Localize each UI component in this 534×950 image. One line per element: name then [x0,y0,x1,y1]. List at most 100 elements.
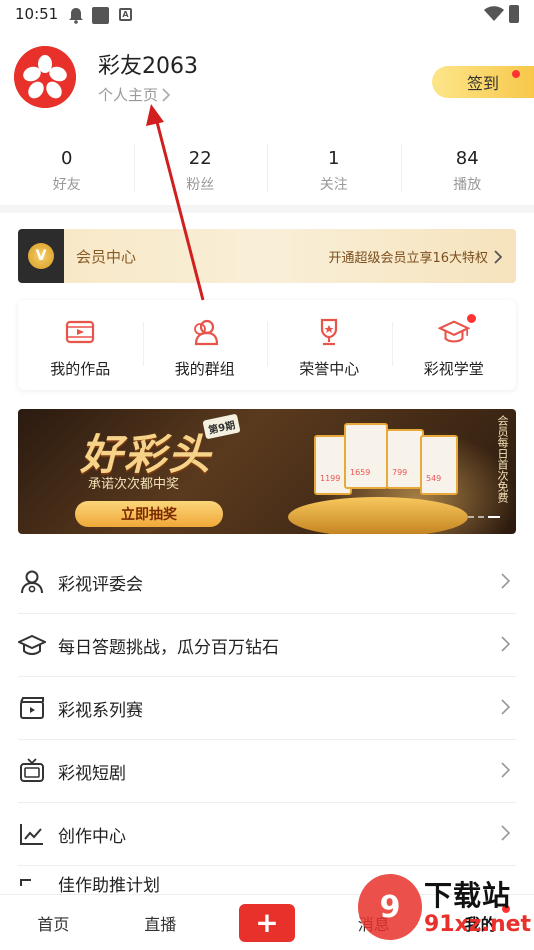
chevron-right-icon [501,636,510,652]
watermark-url: 91xz.net [424,912,532,937]
quick-actions-card: 我的作品 我的群组 荣誉中心 彩视学堂 [18,300,516,390]
promo-banner[interactable]: 好彩头 第9期 承诺次次都中奖 立即抽奖 1199 1659 799 549 会… [18,409,516,534]
chart-line-icon [18,820,46,848]
pagination-dot [478,516,484,518]
quick-my-works[interactable]: 我的作品 [18,300,143,390]
profile-link-label: 个人主页 [98,86,159,104]
vip-coin-icon: V [28,243,54,269]
quick-academy[interactable]: 彩视学堂 [391,300,517,390]
avatar[interactable] [14,46,76,108]
menu-label: 彩视短剧 [58,763,126,784]
stat-label: 好友 [52,177,81,193]
quick-my-groups[interactable]: 我的群组 [142,300,268,390]
username: 彩友2063 [98,54,198,79]
prize-price: 799 [392,468,408,477]
stat-label: 播放 [453,177,482,193]
group-icon [189,316,221,348]
tab-label: 首页 [37,914,70,934]
quick-label: 我的作品 [50,360,111,378]
quick-honor-center[interactable]: 荣誉中心 [267,300,392,390]
graduation-cap-icon [18,631,46,659]
checkin-badge-dot [512,70,520,78]
tab-label: 直播 [144,914,177,934]
academy-badge-dot [467,314,476,323]
profile-page-link[interactable]: 个人主页 [98,84,171,105]
pagination-dot [468,516,474,518]
chevron-right-icon [501,699,510,715]
profile-header: 彩友2063 个人主页 签到 [14,44,534,114]
checkin-label: 签到 [466,74,499,93]
status-time: 10:51 [15,5,59,23]
banner-stage [288,497,468,534]
quick-label: 彩视学堂 [423,360,484,378]
stat-following[interactable]: 1 关注 [267,142,401,202]
battery-icon [509,5,519,23]
stat-value: 22 [188,148,212,169]
menu-list: 彩视评委会 每日答题挑战，瓜分百万钻石 彩视系列赛 彩视短剧 创作中心 佳作助推… [18,551,516,896]
stats-row: 0 好友 22 粉丝 1 关注 84 播放 [0,142,534,202]
notification-bell-icon [69,8,83,24]
tab-create[interactable]: + [214,895,321,950]
clapperboard-icon [18,694,46,722]
chevron-right-icon [501,762,510,778]
prize-item: 549 [420,435,458,495]
app-logo-icon [14,46,76,108]
stat-fans[interactable]: 22 粉丝 [133,142,268,202]
prize-price: 549 [426,474,442,483]
menu-label: 每日答题挑战，瓜分百万钻石 [58,637,279,658]
stat-friends[interactable]: 0 好友 [0,142,134,202]
menu-label: 佳作助推计划 [58,876,160,896]
menu-item-daily-quiz[interactable]: 每日答题挑战，瓜分百万钻石 [18,614,516,677]
banner-pagination [468,516,500,518]
menu-item-judges[interactable]: 彩视评委会 [18,551,516,614]
judge-icon [18,568,46,596]
watermark: 9 下载站 91xz.net [358,868,532,948]
checkin-button[interactable]: 签到 [432,66,534,98]
chevron-right-icon [162,87,171,102]
banner-issue-badge: 第9期 [202,413,241,440]
prize-item: 1659 [344,423,388,489]
stat-value: 84 [455,148,479,169]
plus-icon: + [238,903,295,942]
rocket-icon [18,868,46,896]
menu-label: 创作中心 [58,826,126,847]
stat-value: 1 [328,148,340,169]
menu-item-series[interactable]: 彩视系列赛 [18,677,516,740]
tv-icon [18,757,46,785]
vip-center-bar[interactable]: V 会员中心 开通超级会员立享16大特权 [18,229,516,283]
menu-item-creator-center[interactable]: 创作中心 [18,803,516,866]
banner-side-text: 会员每日首次免费 [496,415,509,503]
chevron-right-icon [501,573,510,589]
tab-live[interactable]: 直播 [107,895,214,950]
banner-subtitle: 承诺次次都中奖 [88,477,180,492]
menu-label: 彩视系列赛 [58,700,143,721]
stat-label: 粉丝 [186,177,215,193]
tab-home[interactable]: 首页 [0,895,107,950]
quick-label: 我的群组 [174,360,235,378]
status-bar: 10:51 A [0,0,534,30]
vip-promo-text: 开通超级会员立享16大特权 [328,251,488,266]
banner-draw-button[interactable]: 立即抽奖 [75,501,223,527]
vip-badge: V [18,229,64,283]
stat-plays[interactable]: 84 播放 [400,142,534,202]
wifi-icon [484,6,504,21]
menu-label: 彩视评委会 [58,574,143,595]
pagination-dot-active [488,516,500,518]
app-notification-icon [92,7,109,24]
stat-value: 0 [61,148,73,169]
trophy-icon [313,316,345,348]
chevron-right-icon [501,825,510,841]
stat-label: 关注 [319,177,348,193]
quick-label: 荣誉中心 [299,360,360,378]
menu-item-short-drama[interactable]: 彩视短剧 [18,740,516,803]
watermark-title: 下载站 [424,879,512,912]
prize-item: 799 [386,429,424,489]
prize-price: 1659 [350,468,371,477]
vip-title: 会员中心 [76,248,137,266]
prize-price: 1199 [320,474,341,483]
vip-promo-link[interactable]: 开通超级会员立享16大特权 [328,247,502,266]
chevron-right-icon [494,249,502,264]
video-icon [64,316,96,348]
watermark-logo: 9 [358,874,422,940]
graduation-cap-icon [437,316,470,348]
